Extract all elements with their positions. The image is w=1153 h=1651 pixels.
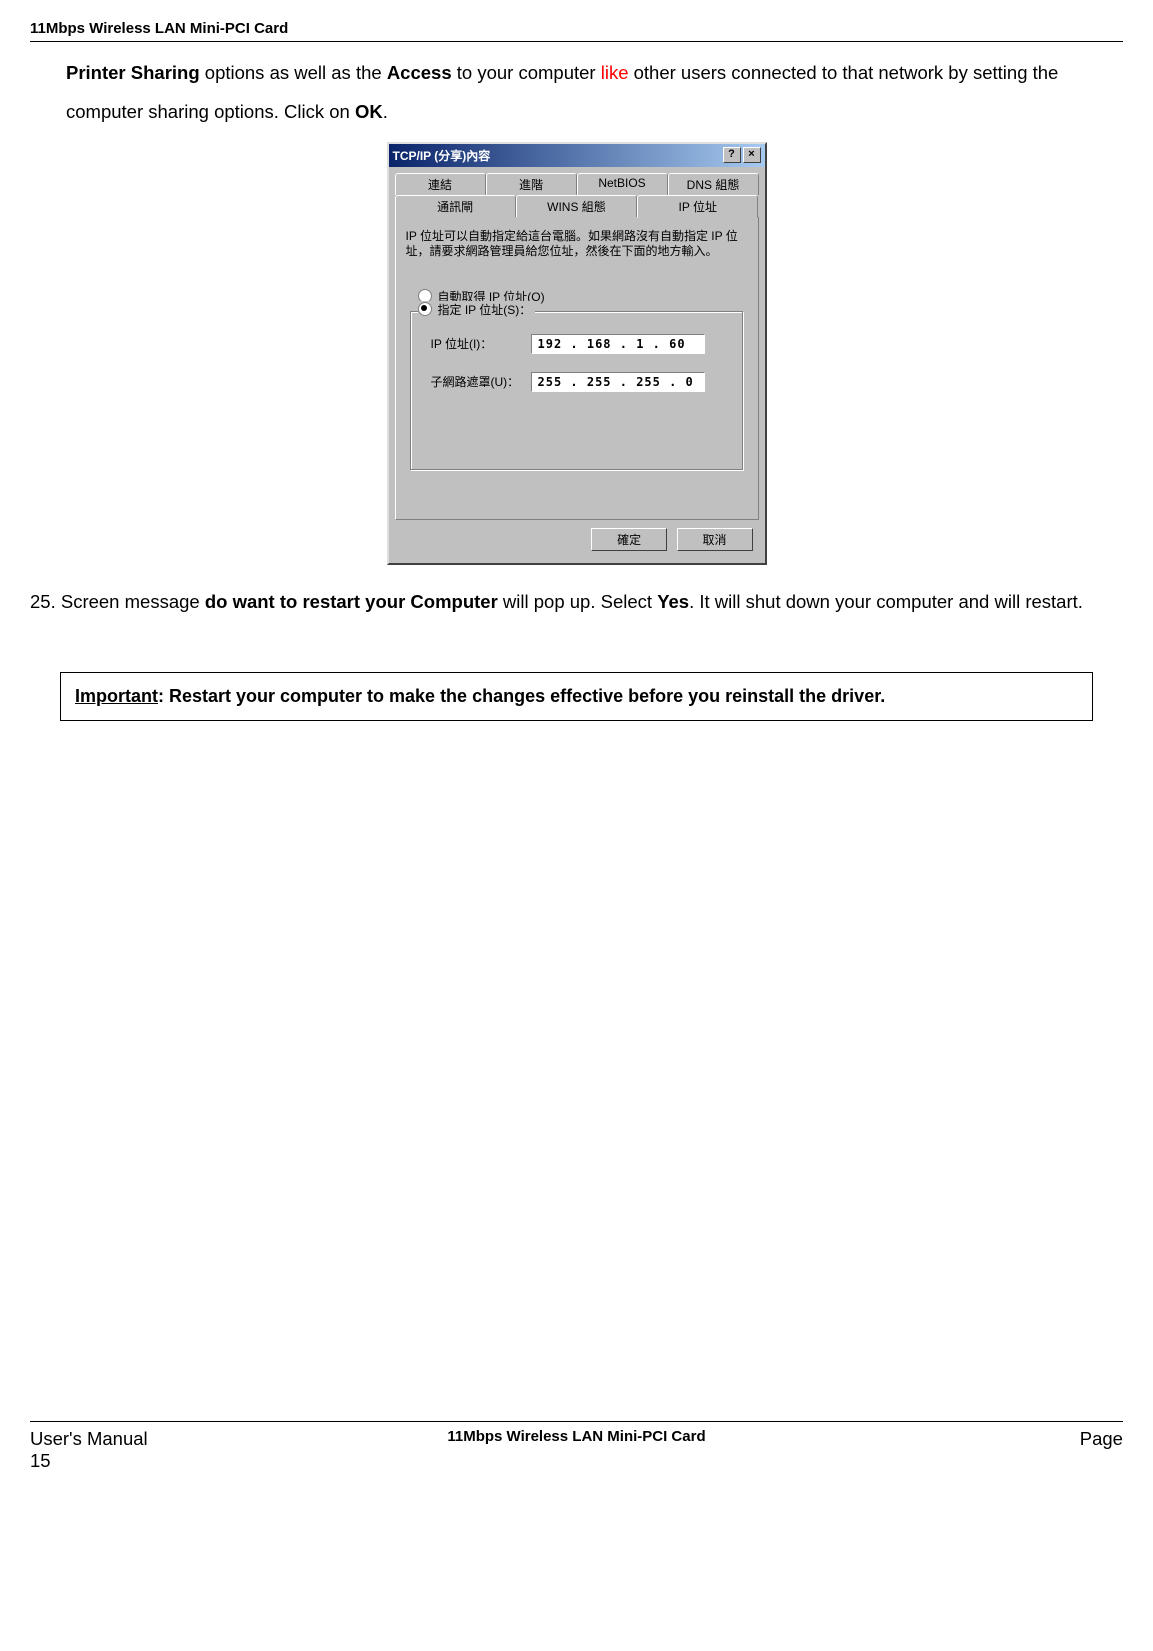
- ip-address-label: IP 位址(I)：: [431, 335, 531, 352]
- important-note-box: Important: Restart your computer to make…: [60, 672, 1093, 721]
- text-bold: Access: [387, 62, 452, 83]
- text-bold: Yes: [657, 591, 689, 612]
- text-bold: OK: [355, 101, 383, 122]
- ok-button[interactable]: 確定: [591, 528, 667, 551]
- footer-center: 11Mbps Wireless LAN Mini-PCI Card: [394, 1428, 758, 1450]
- radio-icon[interactable]: [418, 302, 432, 316]
- tab-wins[interactable]: WINS 組態: [516, 195, 637, 217]
- dialog-title: TCP/IP (分享)內容: [393, 147, 721, 164]
- step-number: 25.: [30, 591, 61, 612]
- footer-right: Page: [759, 1428, 1123, 1450]
- radio-specify-ip[interactable]: 指定 IP 位址(S)：: [418, 301, 536, 318]
- tab-link[interactable]: 連結: [395, 173, 486, 195]
- page-number: 15: [30, 1450, 1123, 1472]
- text: .: [383, 101, 388, 122]
- tab-dns[interactable]: DNS 組態: [668, 173, 759, 195]
- dialog-titlebar[interactable]: TCP/IP (分享)內容 ? ×: [389, 144, 765, 167]
- page-footer: User's Manual 11Mbps Wireless LAN Mini-P…: [30, 1428, 1123, 1450]
- tab-strip: 連結 進階 NetBIOS DNS 組態 通訊閘 WINS 組態 IP 位址: [395, 173, 759, 217]
- tab-netbios[interactable]: NetBIOS: [577, 173, 668, 195]
- close-icon[interactable]: ×: [743, 147, 761, 163]
- tab-advanced[interactable]: 進階: [486, 173, 577, 195]
- text: to your computer: [452, 62, 601, 83]
- paragraph-step-25: 25. Screen message do want to restart yo…: [30, 583, 1123, 622]
- tab-panel: IP 位址可以自動指定給這台電腦。如果網路沒有自動指定 IP 位址，請要求網路管…: [395, 216, 759, 520]
- tab-gateway[interactable]: 通訊閘: [395, 195, 516, 217]
- tcpip-properties-dialog: TCP/IP (分享)內容 ? × 連結 進階 NetBIOS DNS 組態 通…: [387, 142, 767, 565]
- text: Screen message: [61, 591, 205, 612]
- subnet-mask-input[interactable]: 255 . 255 . 255 . 0: [531, 372, 705, 392]
- subnet-mask-row: 子網路遮罩(U)： 255 . 255 . 255 . 0: [431, 372, 733, 392]
- ip-address-row: IP 位址(I)： 192 . 168 . 1 . 60: [431, 334, 733, 354]
- text-bold: Printer Sharing: [66, 62, 200, 83]
- panel-description: IP 位址可以自動指定給這台電腦。如果網路沒有自動指定 IP 位址，請要求網路管…: [406, 229, 748, 260]
- page-header: 11Mbps Wireless LAN Mini-PCI Card: [30, 20, 1123, 37]
- subnet-mask-label: 子網路遮罩(U)：: [431, 373, 531, 390]
- tab-ip-address[interactable]: IP 位址: [637, 195, 758, 218]
- header-rule: [30, 41, 1123, 42]
- footer-left: User's Manual: [30, 1428, 394, 1450]
- footer-rule: [30, 1421, 1123, 1422]
- paragraph-printer-sharing: Printer Sharing options as well as the A…: [66, 54, 1123, 132]
- important-text: : Restart your computer to make the chan…: [158, 686, 885, 706]
- important-label: Important: [75, 686, 158, 706]
- text-red: like: [601, 62, 629, 83]
- text: options as well as the: [200, 62, 387, 83]
- text-bold: do want to restart your Computer: [205, 591, 498, 612]
- radio-label: 指定 IP 位址(S)：: [438, 301, 532, 318]
- text: . It will shut down your computer and wi…: [689, 591, 1083, 612]
- help-icon[interactable]: ?: [723, 147, 741, 163]
- text: will pop up. Select: [498, 591, 657, 612]
- cancel-button[interactable]: 取消: [677, 528, 753, 551]
- ip-address-input[interactable]: 192 . 168 . 1 . 60: [531, 334, 705, 354]
- ip-fieldset: IP 位址(I)： 192 . 168 . 1 . 60 子網路遮罩(U)： 2…: [410, 311, 744, 471]
